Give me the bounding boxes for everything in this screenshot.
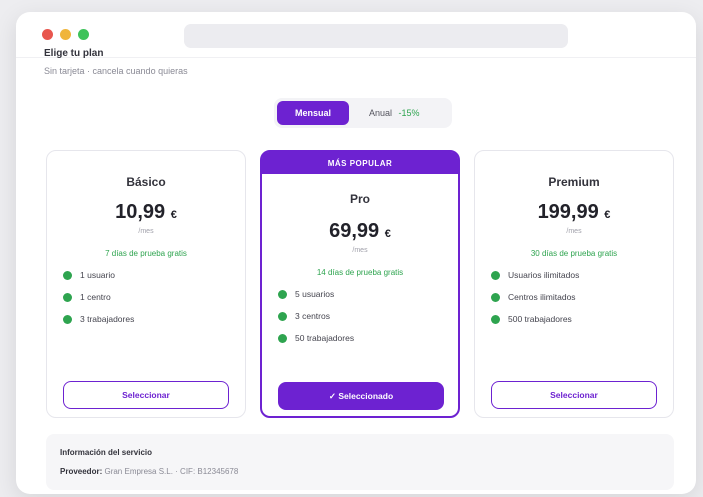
check-icon xyxy=(278,289,287,299)
close-window-icon[interactable] xyxy=(42,29,53,40)
price-period: /mes xyxy=(352,247,368,254)
page-subtitle: Sin tarjeta · cancela cuando quieras xyxy=(44,66,188,76)
feature-item: Centros ilimitados xyxy=(491,286,673,308)
price-period: /mes xyxy=(566,228,582,235)
check-icon xyxy=(491,292,500,302)
plan-name: Básico xyxy=(126,175,166,189)
billing-annual-label: Anual xyxy=(369,108,393,118)
info-title: Información del servicio xyxy=(60,448,153,457)
feature-item: 3 centros xyxy=(278,305,458,327)
trial-text: 7 días de prueba gratis xyxy=(105,249,187,258)
plan-price: 69,99 € xyxy=(262,220,458,243)
popular-badge: MÁS POPULAR xyxy=(262,152,458,174)
annual-saving-badge: -15% xyxy=(398,108,420,118)
feature-item: 3 trabajadores xyxy=(63,308,245,330)
feature-item: 5 usuarios xyxy=(278,283,458,305)
price-currency: € xyxy=(604,209,611,221)
page-header: Elige tu plan Sin tarjeta · cancela cuan… xyxy=(44,48,188,76)
price-amount: 199,99 xyxy=(537,201,599,223)
check-icon xyxy=(63,314,72,324)
provider-value: Gran Empresa S.L. · CIF: B12345678 xyxy=(104,467,239,476)
plan-name: Premium xyxy=(548,175,600,189)
price-currency: € xyxy=(170,209,177,221)
provider-label: Proveedor: xyxy=(60,467,103,476)
price-currency: € xyxy=(384,228,391,240)
billing-monthly-option[interactable]: Mensual xyxy=(277,101,349,125)
page-title: Elige tu plan xyxy=(44,48,104,59)
plan-price: 199,99 € xyxy=(475,201,673,224)
maximize-window-icon[interactable] xyxy=(78,29,89,40)
feature-item: Usuarios ilimitados xyxy=(491,264,673,286)
check-icon xyxy=(491,314,500,324)
provider-row: Proveedor: Gran Empresa S.L. · CIF: B123… xyxy=(60,467,660,476)
check-icon xyxy=(278,311,287,321)
feature-list: 5 usuarios 3 centros 50 trabajadores xyxy=(262,283,458,349)
check-icon xyxy=(63,270,72,280)
billing-toggle: Mensual Anual -15% xyxy=(274,98,452,128)
plan-card-premium: Premium 199,99 € /mes 30 días de prueba … xyxy=(474,150,674,418)
select-pro-button[interactable]: ✓ Seleccionado xyxy=(278,382,444,410)
service-info-box: Información del servicio Proveedor: Gran… xyxy=(46,434,674,490)
price-amount: 10,99 xyxy=(115,201,166,223)
price-period: /mes xyxy=(138,228,154,235)
address-bar[interactable] xyxy=(184,24,568,48)
trial-text: 14 días de prueba gratis xyxy=(316,268,404,277)
check-icon xyxy=(491,270,500,280)
check-icon xyxy=(278,333,287,343)
select-basic-button[interactable]: Seleccionar xyxy=(63,381,229,409)
feature-list: Usuarios ilimitados Centros ilimitados 5… xyxy=(475,264,673,330)
feature-list: 1 usuario 1 centro 3 trabajadores xyxy=(47,264,245,330)
price-amount: 69,99 xyxy=(329,220,380,242)
plan-card-pro: MÁS POPULAR Pro 69,99 € /mes 14 días de … xyxy=(260,150,460,418)
minimize-window-icon[interactable] xyxy=(60,29,71,40)
feature-item: 500 trabajadores xyxy=(491,308,673,330)
plan-card-basic: Básico 10,99 € /mes 7 días de prueba gra… xyxy=(46,150,246,418)
feature-item: 1 usuario xyxy=(63,264,245,286)
plan-name: Pro xyxy=(349,192,370,206)
trial-text: 30 días de prueba gratis xyxy=(530,249,618,258)
check-icon xyxy=(63,292,72,302)
select-premium-button[interactable]: Seleccionar xyxy=(491,381,657,409)
feature-item: 50 trabajadores xyxy=(278,327,458,349)
plan-price: 10,99 € xyxy=(47,201,245,224)
billing-annual-option[interactable]: Anual -15% xyxy=(369,108,420,118)
feature-item: 1 centro xyxy=(63,286,245,308)
